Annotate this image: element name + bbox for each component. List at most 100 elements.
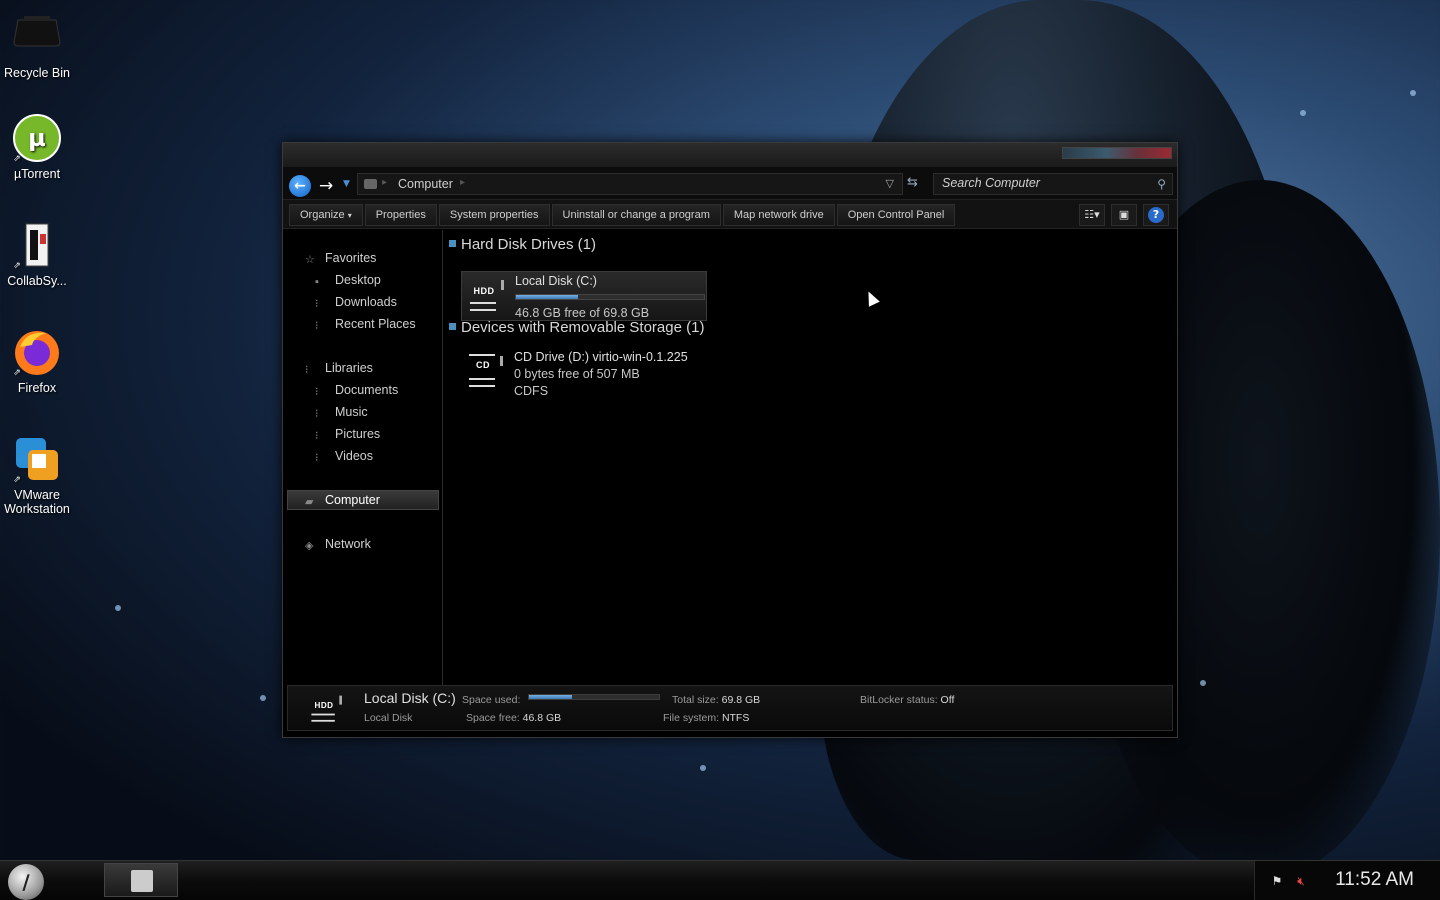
uninstall-program-button[interactable]: Uninstall or change a program (551, 204, 721, 226)
desktop-icon-collabsync[interactable]: ⇗ CollabSy... (0, 220, 74, 288)
open-control-panel-button[interactable]: Open Control Panel (836, 204, 956, 226)
start-button[interactable]: ∕ (8, 864, 44, 900)
change-view-button[interactable]: ☷▾ (1079, 204, 1105, 226)
start-orb-icon: ∕ (22, 870, 30, 894)
properties-button[interactable]: Properties (364, 204, 437, 226)
space-free-label: Space free: (466, 712, 520, 724)
file-system: File system: NTFS (663, 712, 749, 724)
nav-videos[interactable]: ⁝ Videos (315, 446, 373, 466)
computer-icon: ▰ (305, 496, 314, 508)
forward-button[interactable]: → (319, 176, 333, 196)
hdd-icon-label: HDD (314, 701, 334, 710)
organize-button[interactable]: Organize ▾ (289, 204, 363, 226)
downloads-folder-icon: ⁝ (315, 298, 319, 310)
hdd-icon-bar (501, 280, 504, 290)
desktop-folder-icon: ▪ (315, 276, 319, 288)
wallpaper-snow (1410, 90, 1416, 96)
group-header-removable-storage[interactable]: Devices with Removable Storage (1) (449, 319, 704, 336)
desktop-icon-recycle-bin[interactable]: Recycle Bin (0, 12, 74, 80)
bitlocker-value: Off (940, 694, 955, 706)
search-input[interactable]: Search Computer ⚲ (933, 173, 1173, 195)
back-button[interactable]: ← (289, 175, 311, 197)
content-pane: Hard Disk Drives (1) HDD Local Disk (C:)… (443, 230, 1177, 685)
space-free: Space free: 46.8 GB (466, 712, 561, 724)
nav-label: Network (325, 537, 371, 551)
computer-icon (364, 179, 377, 189)
search-icon[interactable]: ⚲ (1157, 177, 1166, 191)
cd-icon-line (469, 385, 495, 387)
nav-label: Favorites (325, 251, 377, 265)
recent-pages-dropdown[interactable]: ▼ (343, 179, 350, 189)
file-system-value: NTFS (721, 712, 750, 724)
title-bar[interactable] (283, 143, 1177, 167)
hdd-icon-line (311, 719, 335, 722)
details-usage-fill (529, 695, 572, 699)
drive-c-item[interactable]: HDD Local Disk (C:) 46.8 GB free of 69.8… (461, 271, 707, 321)
group-title: Devices with Removable Storage (1) (461, 319, 705, 336)
nav-label: Pictures (335, 427, 381, 441)
desktop-icon-label: Firefox (17, 381, 57, 395)
nav-label: Computer (325, 493, 380, 507)
address-dropdown-icon[interactable]: ▽ (886, 177, 894, 190)
desktop-icon-vmware[interactable]: ⇗ VMware Workstation (0, 434, 74, 516)
clock[interactable]: 11:52 AM (1335, 869, 1414, 891)
desktop-icon-firefox[interactable]: ⇗ Firefox (0, 327, 74, 395)
space-used-label: Space used: (462, 694, 521, 706)
help-button[interactable]: ? (1143, 204, 1169, 226)
nav-label: Downloads (335, 295, 397, 309)
system-properties-button[interactable]: System properties (438, 204, 550, 226)
nav-network[interactable]: ◈ Network (305, 534, 371, 554)
shortcut-arrow-icon: ⇗ (13, 474, 21, 484)
nav-favorites[interactable]: ☆ Favorites (305, 248, 376, 268)
wallpaper-snow (115, 605, 121, 611)
svg-text:µ: µ (28, 124, 46, 152)
taskbar-explorer-button[interactable] (104, 863, 178, 897)
window-controls[interactable] (1062, 147, 1172, 159)
cd-icon-bar (500, 356, 503, 366)
chevron-right-icon[interactable]: ▸ (460, 177, 465, 188)
nav-pictures[interactable]: ⁝ Pictures (315, 424, 380, 444)
nav-libraries[interactable]: ⁝ Libraries (305, 358, 373, 378)
nav-desktop[interactable]: ▪ Desktop (315, 270, 381, 290)
nav-recent-places[interactable]: ⁝ Recent Places (315, 314, 416, 334)
utorrent-icon: µ ⇗ (12, 113, 62, 163)
nav-music[interactable]: ⁝ Music (315, 402, 368, 422)
shortcut-arrow-icon: ⇗ (13, 260, 21, 270)
nav-documents[interactable]: ⁝ Documents (315, 380, 398, 400)
group-header-hard-disk-drives[interactable]: Hard Disk Drives (1) (449, 236, 596, 253)
nav-computer[interactable]: ▰ Computer (305, 490, 380, 510)
view-list-icon: ☷▾ (1084, 208, 1100, 221)
volume-muted-icon[interactable]: 🔇︎ (1293, 873, 1309, 889)
preview-pane-button[interactable]: ▣ (1111, 204, 1137, 226)
address-bar[interactable]: ▸ Computer ▸ ▽ (357, 173, 903, 195)
wallpaper-snow (700, 765, 706, 771)
firefox-icon: ⇗ (12, 327, 62, 377)
network-icon: ◈ (305, 540, 314, 552)
total-size-value: 69.8 GB (721, 694, 761, 706)
chevron-right-icon: ▸ (382, 177, 388, 188)
explorer-icon (131, 870, 153, 892)
refresh-icon[interactable]: ⇆ (907, 175, 918, 190)
details-subtitle: Local Disk (364, 712, 413, 724)
desktop-icon-utorrent[interactable]: µ ⇗ µTorrent (0, 113, 74, 181)
space-free-value: 46.8 GB (522, 712, 562, 724)
hdd-icon-bar (339, 695, 342, 705)
drive-c-usage-fill (516, 295, 579, 299)
action-center-icon[interactable]: ⚑ (1269, 873, 1285, 889)
drive-c-usage-bar (515, 294, 705, 300)
taskbar: ∕ ⚑ 🔇︎ 11:52 AM (0, 860, 1440, 900)
map-network-drive-button[interactable]: Map network drive (722, 204, 835, 226)
wallpaper-snow (1300, 110, 1306, 116)
help-icon: ? (1148, 207, 1164, 223)
arrow-right-icon: → (319, 176, 334, 196)
cd-icon-line (469, 354, 495, 356)
recycle-bin-icon (12, 12, 62, 62)
hdd-icon-line (311, 713, 335, 716)
system-tray: ⚑ 🔇︎ 11:52 AM (1254, 861, 1440, 900)
nav-downloads[interactable]: ⁝ Downloads (315, 292, 397, 312)
mouse-cursor (863, 288, 880, 307)
navigation-pane: ☆ Favorites ▪ Desktop ⁝ Downloads ⁝ Recent P… (283, 230, 443, 685)
breadcrumb-computer[interactable]: Computer (398, 177, 453, 191)
drive-d-item[interactable]: CD CD Drive (D:) virtio-win-0.1.225 0 by… (461, 350, 721, 406)
command-bar: Organize ▾ Properties System properties … (283, 199, 1177, 229)
